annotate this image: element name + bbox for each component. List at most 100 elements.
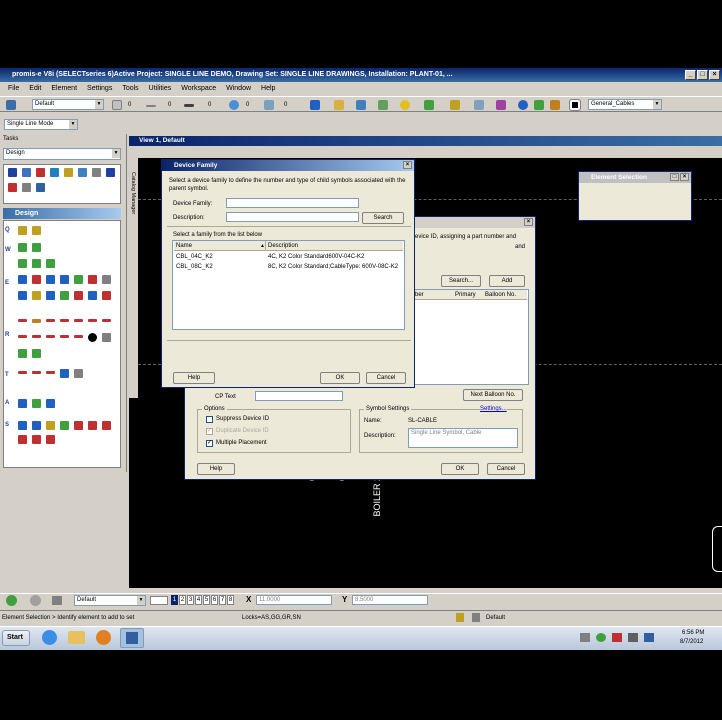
view-button-8[interactable]: 8 xyxy=(227,595,234,605)
transparency-icon[interactable] xyxy=(229,100,239,110)
tool-icon-r1[interactable] xyxy=(18,319,27,322)
tool-icon-r9[interactable] xyxy=(32,335,41,338)
tool-icon-r10[interactable] xyxy=(46,335,55,338)
tool-icon-s2[interactable] xyxy=(32,421,41,430)
tool-icon-7[interactable] xyxy=(450,100,460,110)
tool-icon-r15[interactable] xyxy=(18,349,27,358)
tool-icon-4[interactable] xyxy=(378,100,388,110)
cp-text-field[interactable] xyxy=(255,391,343,401)
tool-icon-3[interactable] xyxy=(356,100,366,110)
menu-file[interactable]: File xyxy=(8,83,19,95)
info-icon[interactable] xyxy=(518,100,528,110)
tool-icon-1[interactable] xyxy=(310,100,320,110)
priority-icon[interactable] xyxy=(264,100,274,110)
tool-icon-e6[interactable] xyxy=(88,275,97,284)
menu-element[interactable]: Element xyxy=(51,83,77,95)
next-balloon-button[interactable]: Next Balloon No. xyxy=(463,389,523,401)
menu-utilities[interactable]: Utilities xyxy=(149,83,172,95)
tool-icon-r3[interactable] xyxy=(46,319,55,322)
pointer-icon[interactable] xyxy=(52,596,62,605)
menu-settings[interactable]: Settings xyxy=(87,83,112,95)
tasks-combo[interactable]: Design ▼ xyxy=(3,148,121,160)
tool-icon-e11[interactable] xyxy=(60,291,69,300)
tool-icon-s9[interactable] xyxy=(32,435,41,444)
start-button[interactable]: Start xyxy=(2,630,30,646)
lock-icon[interactable] xyxy=(456,613,464,622)
level-icon[interactable] xyxy=(472,613,480,622)
tool-icon-t2[interactable] xyxy=(32,371,41,374)
tool-icon-e5[interactable] xyxy=(74,275,83,284)
insert-add-button[interactable]: Add xyxy=(489,275,525,287)
tool-icon-f[interactable] xyxy=(92,168,101,177)
family-row[interactable]: CBL_04C_K2 4C, K2 Color Standard600V-04C… xyxy=(174,252,403,262)
tray-icon-3[interactable] xyxy=(612,633,622,642)
tool-icon-w1[interactable] xyxy=(18,243,27,252)
minimize-button[interactable]: _ xyxy=(685,70,696,80)
menu-tools[interactable]: Tools xyxy=(122,83,138,95)
view-combo[interactable]: Default ▼ xyxy=(74,595,146,606)
tool-icon-s7[interactable] xyxy=(102,421,111,430)
device-family-close[interactable]: × xyxy=(403,161,412,169)
symbol-description-field[interactable]: Single Line Symbol, Cable xyxy=(408,428,518,448)
line-style-icon[interactable] xyxy=(146,105,156,107)
tool-icon-e[interactable] xyxy=(78,168,87,177)
tool-icon-s6[interactable] xyxy=(88,421,97,430)
view-button-4[interactable]: 4 xyxy=(195,595,202,605)
tool-icon-e4[interactable] xyxy=(60,275,69,284)
tray-icon-1[interactable] xyxy=(580,633,590,642)
line-weight-icon[interactable] xyxy=(184,104,194,107)
forward-icon[interactable] xyxy=(30,595,41,606)
tool-icon-a[interactable] xyxy=(22,168,31,177)
element-selection-close[interactable]: × xyxy=(680,173,689,181)
element-selection-minimize[interactable]: □ xyxy=(670,173,679,181)
tool-icon-q2[interactable] xyxy=(32,226,41,235)
tool-icon-9[interactable] xyxy=(496,100,506,110)
tool-icon-s1[interactable] xyxy=(18,421,27,430)
family-list[interactable]: Name ▲ Description CBL_04C_K2 4C, K2 Col… xyxy=(172,240,405,330)
tool-icon-e2[interactable] xyxy=(32,275,41,284)
duplicate-checkbox[interactable]: ✓ xyxy=(206,428,213,435)
tray-icon-2[interactable] xyxy=(596,633,606,642)
volume-icon[interactable] xyxy=(628,633,638,642)
tool-icon-d[interactable] xyxy=(64,168,73,177)
tool-icon-s10[interactable] xyxy=(46,435,55,444)
tool-icon-w2[interactable] xyxy=(32,243,41,252)
tool-icon-r6[interactable] xyxy=(88,319,97,322)
x-coordinate-field[interactable]: 11.0000 xyxy=(256,595,332,605)
y-coordinate-field[interactable]: 8.5000 xyxy=(352,595,428,605)
tool-icon-e8[interactable] xyxy=(18,291,27,300)
network-icon[interactable] xyxy=(644,633,654,642)
tool-icon-t1[interactable] xyxy=(18,371,27,374)
tool-icon-e3[interactable] xyxy=(46,275,55,284)
delete-icon[interactable] xyxy=(8,183,17,192)
menu-edit[interactable]: Edit xyxy=(29,83,41,95)
menu-window[interactable]: Window xyxy=(226,83,251,95)
tool-icon-c[interactable] xyxy=(50,168,59,177)
col-name[interactable]: Name xyxy=(176,241,192,251)
design-header[interactable]: Design xyxy=(3,208,121,219)
view-button-1[interactable]: 1 xyxy=(171,595,178,605)
description-input[interactable] xyxy=(226,212,359,222)
tool-icon-w5[interactable] xyxy=(46,259,55,268)
menu-help[interactable]: Help xyxy=(261,83,275,95)
tool-icon-e9[interactable] xyxy=(32,291,41,300)
tool-icon-r5[interactable] xyxy=(74,319,83,322)
tool-icon-q1[interactable] xyxy=(18,226,27,235)
tool-icon-e13[interactable] xyxy=(88,291,97,300)
tool-icon-r16[interactable] xyxy=(32,349,41,358)
family-row[interactable]: CBL_08C_K2 8C, K2 Color Standard;CableTy… xyxy=(174,262,403,272)
select-icon[interactable] xyxy=(8,168,17,177)
tool-icon-r13[interactable] xyxy=(88,333,97,342)
tool-icon-h[interactable] xyxy=(22,183,31,192)
suppress-checkbox[interactable] xyxy=(206,416,213,423)
tool-icon-a2[interactable] xyxy=(32,399,41,408)
view-button-7[interactable]: 7 xyxy=(219,595,226,605)
tool-icon-i[interactable] xyxy=(36,183,45,192)
tool-icon-s8[interactable] xyxy=(18,435,27,444)
back-icon[interactable] xyxy=(6,595,17,606)
mode-combo[interactable]: Single Line Mode ▼ xyxy=(4,119,78,130)
view-button-5[interactable]: 5 xyxy=(203,595,210,605)
tool-icon-e14[interactable] xyxy=(102,291,111,300)
parts-list[interactable]: ber Primary Balloon No. xyxy=(413,289,529,385)
promise-taskbar-button[interactable] xyxy=(120,628,144,648)
